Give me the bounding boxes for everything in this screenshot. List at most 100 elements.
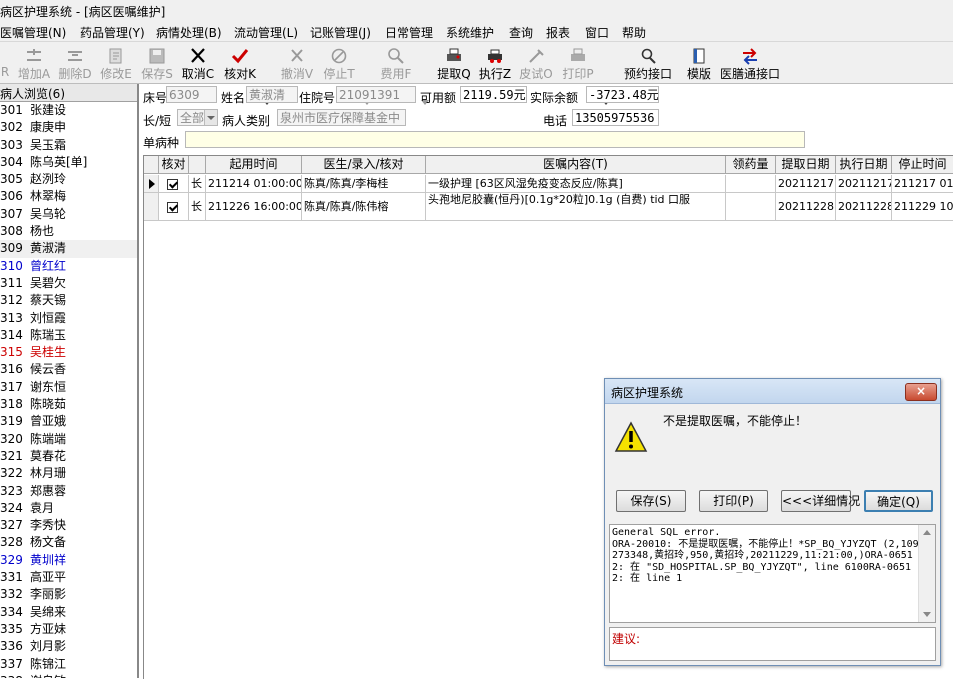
patient-list-item[interactable]: 335 方亚妹	[0, 621, 137, 638]
patient-list-item[interactable]: 336 刘月影	[0, 638, 137, 655]
menu-drugs[interactable]: 药品管理(Y)	[80, 24, 145, 41]
printer-fetch-icon	[447, 48, 461, 61]
cancel-button[interactable]: 取消C	[179, 44, 217, 81]
patient-list-item[interactable]: 312 蔡天锡	[0, 292, 137, 309]
template-button[interactable]: 模版	[683, 44, 715, 81]
patient-list-item[interactable]: 316 候云香	[0, 361, 137, 378]
error-scrollbar[interactable]	[918, 525, 935, 622]
delete-button[interactable]: 删除D	[55, 44, 95, 81]
menu-help[interactable]: 帮助	[622, 24, 646, 41]
patient-name: 黄圳祥	[30, 552, 67, 567]
patient-list-item[interactable]: 328 杨文备	[0, 534, 137, 551]
suggestion-box[interactable]: 建议:	[609, 627, 936, 661]
print-button[interactable]: 打印P	[559, 44, 597, 81]
disease-field[interactable]	[185, 131, 805, 148]
verify-checkbox[interactable]	[167, 178, 178, 190]
verify-button[interactable]: 核对K	[220, 44, 260, 81]
patient-bed: 304	[0, 154, 23, 169]
patient-list-item[interactable]: 308 杨也	[0, 223, 137, 240]
balance-field[interactable]: -3723.48元	[586, 86, 659, 103]
patient-list-item[interactable]: 329 黄圳祥	[0, 552, 137, 569]
menu-daily[interactable]: 日常管理	[385, 24, 433, 41]
patient-list-item[interactable]: 322 林月珊	[0, 465, 137, 482]
fetch-button[interactable]: 提取Q	[435, 44, 473, 81]
patient-list-item[interactable]: 307 吴乌轮	[0, 206, 137, 223]
grid-header-qty[interactable]: 领药量	[726, 156, 776, 174]
menu-window[interactable]: 窗口	[585, 24, 609, 41]
error-detail-box[interactable]: General SQL error. ORA-20010: 不是提取医嘱，不能停…	[609, 524, 936, 623]
row-indicator[interactable]	[144, 193, 159, 221]
edit-button[interactable]: 修改E	[96, 44, 136, 81]
appointment-button[interactable]: 预约接口	[620, 44, 676, 81]
dialog-close-button[interactable]: ×	[905, 383, 937, 401]
admission-field[interactable]: 21091391	[336, 86, 416, 103]
execute-button[interactable]: 执行Z	[476, 44, 514, 81]
dialog-ok-button[interactable]: 确定(Q)	[864, 490, 933, 512]
grid-header-exec[interactable]: 执行日期	[836, 156, 892, 174]
patient-list-item[interactable]: 334 吴绵来	[0, 604, 137, 621]
grid-header-fetch[interactable]: 提取日期	[776, 156, 836, 174]
grid-header-check[interactable]: 核对	[159, 156, 189, 174]
grid-header-type[interactable]	[189, 156, 206, 174]
scroll-up-icon[interactable]	[923, 530, 931, 535]
patient-list-item[interactable]: 317 谢东恒	[0, 379, 137, 396]
term-select-chevron-down-icon[interactable]	[204, 110, 217, 125]
patient-list-item[interactable]: 331 高亚平	[0, 569, 137, 586]
patient-list-item[interactable]: 309 黄淑清	[0, 240, 137, 258]
patient-list-item[interactable]: 311 吴碧欠	[0, 275, 137, 292]
meal-interface-button[interactable]: 医膳通接口	[719, 44, 781, 81]
patient-list-item[interactable]: 318 陈晓茹	[0, 396, 137, 413]
patient-list-item[interactable]: 315 吴桂生	[0, 344, 137, 361]
name-field[interactable]: 黄淑清	[246, 86, 298, 103]
phone-field[interactable]: 13505975536	[572, 109, 659, 126]
menu-orders[interactable]: 医嘱管理(N)	[0, 24, 66, 41]
menu-report[interactable]: 报表	[546, 24, 570, 41]
patient-list-item[interactable]: 306 林翠梅	[0, 188, 137, 205]
patient-list-item[interactable]: 301 张建设	[0, 102, 137, 119]
menu-flow[interactable]: 流动管理(L)	[234, 24, 298, 41]
available-field[interactable]: 2119.59元	[460, 86, 527, 103]
patient-list-item[interactable]: 320 陈端端	[0, 431, 137, 448]
patient-bed: 312	[0, 293, 23, 308]
dialog-save-button[interactable]: 保存(S)	[616, 490, 686, 512]
menu-query[interactable]: 查询	[509, 24, 533, 41]
grid-header-start[interactable]: 起用时间	[206, 156, 302, 174]
grid-header-content[interactable]: 医嘱内容(T)	[426, 156, 726, 174]
dialog-print-button[interactable]: 打印(P)	[699, 490, 768, 512]
bed-field[interactable]: 6309	[166, 86, 217, 103]
patient-list-item[interactable]: 304 陈乌英[单]	[0, 154, 137, 171]
patient-list-item[interactable]: 302 康庚申	[0, 119, 137, 136]
stop-button[interactable]: 停止T	[320, 44, 358, 81]
menu-billing[interactable]: 记账管理(J)	[310, 24, 371, 41]
dialog-detail-button[interactable]: <<<详细情况	[781, 490, 860, 512]
term-select[interactable]: 全部	[177, 109, 218, 126]
revoke-button[interactable]: 撤消V	[278, 44, 316, 81]
grid-header-doctor[interactable]: 医生/录入/核对	[302, 156, 426, 174]
patient-list-item[interactable]: 319 曾亚娥	[0, 413, 137, 430]
toolbar-button-r[interactable]: R	[0, 44, 10, 81]
patient-list-item[interactable]: 337 陈锦江	[0, 656, 137, 673]
skin-test-button[interactable]: 皮试O	[517, 44, 555, 81]
patient-list-item[interactable]: 324 袁月	[0, 500, 137, 517]
patient-list-item[interactable]: 305 赵洌玲	[0, 171, 137, 188]
patient-list-item[interactable]: 332 李丽影	[0, 586, 137, 603]
save-button[interactable]: 保存S	[138, 44, 176, 81]
menu-condition[interactable]: 病情处理(B)	[156, 24, 222, 41]
patient-list-item[interactable]: 327 李秀快	[0, 517, 137, 534]
patient-list-item[interactable]: 338谢乌敏	[0, 673, 137, 678]
patient-list-item[interactable]: 313 刘恒霞	[0, 310, 137, 327]
patient-list-item[interactable]: 321 莫春花	[0, 448, 137, 465]
verify-checkbox[interactable]	[167, 201, 178, 213]
scroll-down-icon[interactable]	[923, 612, 931, 617]
patient-bed: 317	[0, 379, 23, 394]
row-indicator[interactable]	[144, 175, 159, 193]
patient-list-item[interactable]: 323 郑惠蓉	[0, 483, 137, 500]
menu-system[interactable]: 系统维护	[446, 24, 494, 41]
patient-list-item[interactable]: 314 陈瑞玉	[0, 327, 137, 344]
grid-header-stop[interactable]: 停止时间	[892, 156, 953, 174]
category-field[interactable]: 泉州市医疗保障基金中	[277, 109, 406, 126]
fee-button[interactable]: 费用F	[377, 44, 415, 81]
add-button[interactable]: 增加A	[14, 44, 54, 81]
patient-list-item[interactable]: 310 曾红红	[0, 258, 137, 275]
patient-list-item[interactable]: 303 吴玉霜	[0, 137, 137, 154]
